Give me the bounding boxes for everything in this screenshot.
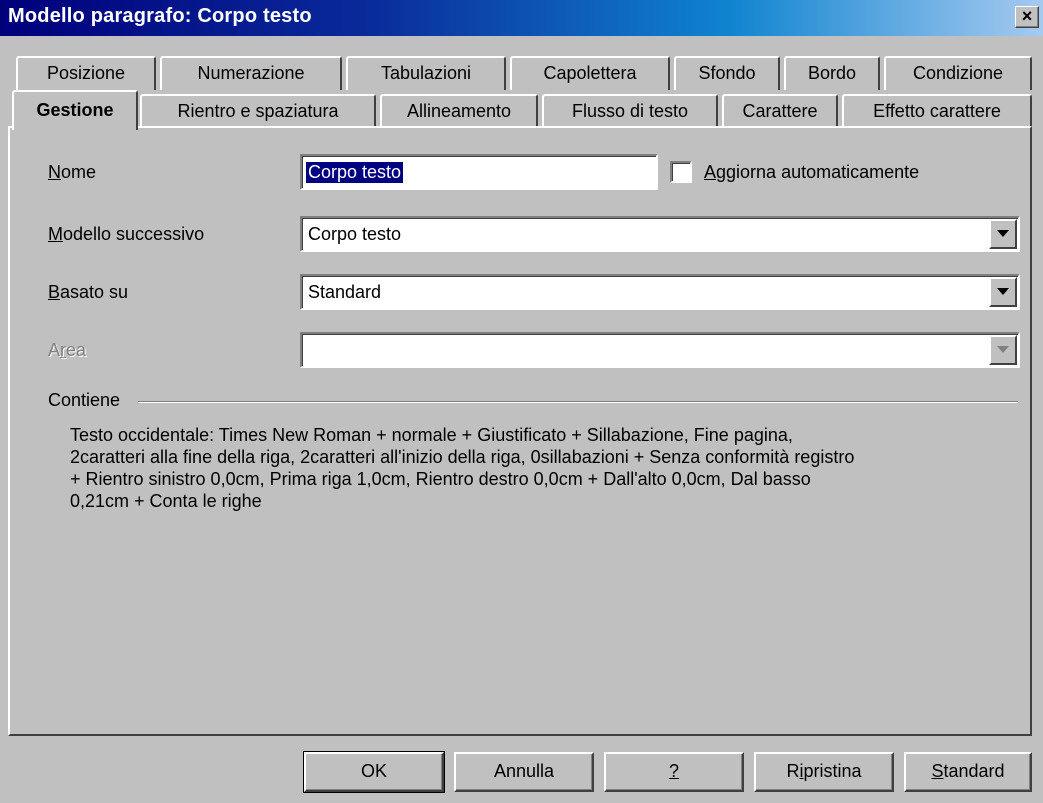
- ok-button-label: OK: [360, 761, 387, 781]
- name-label: Nome: [48, 162, 97, 182]
- tab-tabulazioni[interactable]: Tabulazioni: [346, 56, 506, 90]
- contains-line: 2caratteri alla fine della riga, 2caratt…: [70, 447, 855, 467]
- based-on-dropdown-button[interactable]: [989, 277, 1017, 307]
- help-button-label: ?: [668, 761, 679, 781]
- name-input[interactable]: Corpo testo: [300, 154, 658, 190]
- tab-numerazione[interactable]: Numerazione: [160, 56, 342, 90]
- next-style-dropdown-button[interactable]: [989, 219, 1017, 249]
- tab-label: Bordo: [807, 63, 857, 83]
- tab-panel-gestione: Nome Corpo testo Aggiorna automaticament…: [8, 126, 1032, 736]
- close-button[interactable]: ×: [1015, 6, 1039, 28]
- contains-line: Testo occidentale: Times New Roman + nor…: [70, 425, 793, 445]
- auto-update-checkbox[interactable]: [670, 161, 692, 183]
- tab-label: Posizione: [46, 63, 126, 83]
- tab-condizione[interactable]: Condizione: [884, 56, 1032, 90]
- tab-label: Rientro e spaziatura: [177, 101, 339, 121]
- area-dropdown-button: [989, 335, 1017, 365]
- based-on-label: Basato su: [48, 282, 129, 302]
- tab-label: Numerazione: [197, 63, 305, 83]
- standard-button[interactable]: Standard: [904, 752, 1032, 792]
- next-style-select[interactable]: Corpo testo: [300, 216, 1020, 252]
- tab-flusso-di-testo[interactable]: Flusso di testo: [542, 94, 718, 128]
- cancel-button[interactable]: Annulla: [454, 752, 594, 792]
- tab-posizione[interactable]: Posizione: [16, 56, 156, 90]
- based-on-value: Standard: [308, 282, 382, 302]
- chevron-down-icon: [997, 346, 1009, 353]
- next-style-label: Modello successivo: [48, 224, 205, 244]
- close-icon: ×: [1021, 6, 1033, 26]
- reset-button[interactable]: Ripristina: [754, 752, 894, 792]
- tab-sfondo[interactable]: Sfondo: [674, 56, 780, 90]
- name-input-value: Corpo testo: [306, 162, 404, 183]
- chevron-down-icon: [997, 230, 1009, 237]
- tab-label: Flusso di testo: [571, 101, 689, 121]
- dialog-window: Modello paragrafo: Corpo testo × Posizio…: [0, 0, 1043, 803]
- tab-label: Condizione: [912, 63, 1004, 83]
- tab-label: Sfondo: [698, 63, 756, 83]
- tab-label: Carattere: [742, 101, 818, 121]
- contains-label: Contiene: [48, 390, 121, 410]
- chevron-down-icon: [997, 288, 1009, 295]
- tab-bordo[interactable]: Bordo: [784, 56, 880, 90]
- contains-description: Testo occidentale: Times New Roman + nor…: [70, 424, 1020, 512]
- tab-effetto-carattere[interactable]: Effetto carattere: [842, 94, 1032, 128]
- based-on-select[interactable]: Standard: [300, 274, 1020, 310]
- help-button[interactable]: ?: [604, 752, 744, 792]
- area-label: Area: [48, 340, 87, 360]
- tab-label: Capolettera: [543, 63, 637, 83]
- contains-line: 0,21cm + Conta le righe: [70, 491, 262, 511]
- auto-update-label[interactable]: Aggiorna automaticamente: [704, 162, 919, 183]
- tab-gestione[interactable]: Gestione: [12, 90, 138, 130]
- tab-carattere[interactable]: Carattere: [722, 94, 838, 128]
- next-style-value: Corpo testo: [308, 224, 402, 244]
- tab-rientro-e-spaziatura[interactable]: Rientro e spaziatura: [140, 94, 376, 128]
- tab-capolettera[interactable]: Capolettera: [510, 56, 670, 90]
- tab-allineamento[interactable]: Allineamento: [380, 94, 538, 128]
- area-select: [300, 332, 1020, 368]
- title-bar[interactable]: Modello paragrafo: Corpo testo ×: [0, 0, 1043, 36]
- tab-label: Tabulazioni: [380, 63, 472, 83]
- contains-line: + Rientro sinistro 0,0cm, Prima riga 1,0…: [70, 469, 811, 489]
- contains-divider: [138, 401, 1018, 403]
- window-title: Modello paragrafo: Corpo testo: [8, 5, 312, 27]
- ok-button[interactable]: OK: [303, 751, 445, 793]
- tab-label: Allineamento: [406, 101, 512, 121]
- cancel-button-label: Annulla: [493, 761, 555, 781]
- tab-label: Effetto carattere: [873, 101, 1001, 121]
- tab-label: Gestione: [36, 100, 114, 120]
